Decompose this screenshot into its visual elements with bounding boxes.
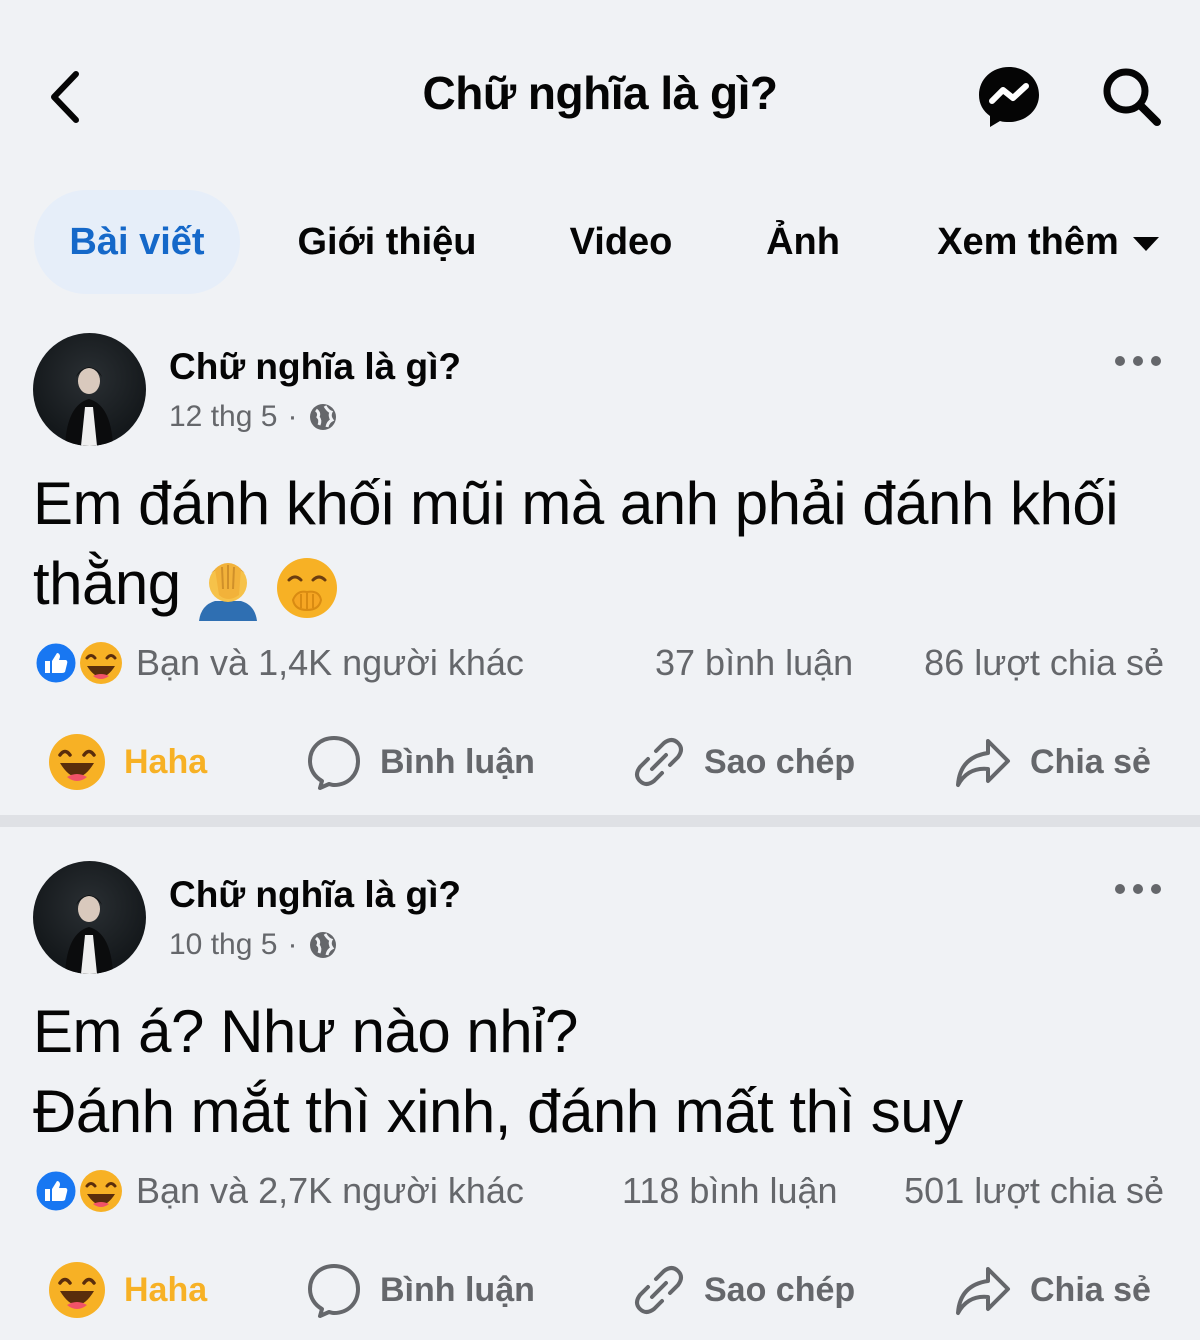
comment-bubble-icon <box>308 1264 360 1318</box>
post-text-word: thằng <box>33 550 181 617</box>
tab-about[interactable]: Giới thiệu <box>280 190 494 294</box>
post-text-line-2: Đánh mắt thì xinh, đánh mất thì suy <box>33 1078 963 1145</box>
haha-button[interactable]: Haha <box>48 1255 207 1325</box>
more-horizontal-icon <box>1115 884 1161 894</box>
post-author[interactable]: Chữ nghĩa là gì? <box>169 874 461 916</box>
post-text: Em á? Như nào nhỉ? Đánh mắt thì xinh, đá… <box>33 992 1173 1152</box>
haha-emoji-icon <box>49 1262 105 1318</box>
tab-label: Xem thêm <box>937 220 1119 263</box>
share-button[interactable]: Chia sẻ <box>954 727 1151 797</box>
post-text: Em đánh khối mũi mà anh phải đánh khối t… <box>33 464 1173 624</box>
post-actions: Haha Bình luận Sao chép Chia sẻ <box>0 1255 1200 1325</box>
facepalm-emoji-icon <box>198 563 257 622</box>
copy-link-button[interactable]: Sao chép <box>632 727 855 797</box>
post-actions: Haha Bình luận Sao chép Chia sẻ <box>0 727 1200 797</box>
messenger-button[interactable] <box>975 63 1043 131</box>
globe-icon <box>310 404 337 430</box>
share-button[interactable]: Chia sẻ <box>954 1255 1151 1325</box>
tab-label: Video <box>569 220 673 263</box>
avatar-image <box>65 367 113 446</box>
comments-count[interactable]: 118 bình luận <box>622 1170 838 1212</box>
post-meta: 10 thg 5 · <box>169 928 339 962</box>
meta-separator: · <box>287 400 298 433</box>
more-options-button[interactable] <box>1110 346 1166 376</box>
share-label: Chia sẻ <box>1030 1270 1151 1309</box>
haha-label: Haha <box>124 742 208 781</box>
link-icon <box>635 1266 683 1314</box>
search-icon <box>1103 68 1161 126</box>
haha-button[interactable]: Haha <box>48 727 207 797</box>
share-arrow-icon <box>956 1267 1010 1315</box>
post-meta: 12 thg 5 · <box>169 400 339 434</box>
avatar[interactable] <box>33 333 146 446</box>
link-icon <box>635 738 683 786</box>
comment-button[interactable]: Bình luận <box>306 1255 535 1325</box>
comment-label: Bình luận <box>380 1270 535 1309</box>
avatar-image <box>65 895 113 974</box>
post-text-line: Em á? Như nào nhỉ? <box>33 998 578 1065</box>
share-arrow-icon <box>956 739 1010 787</box>
post-stats: Bạn và 2,7K người khác 118 bình luận 501… <box>0 1166 1200 1216</box>
top-bar: Chữ nghĩa là gì? <box>0 0 1200 170</box>
tab-posts[interactable]: Bài viết <box>34 190 240 294</box>
reaction-summary[interactable]: Bạn và 2,7K người khác <box>136 1170 524 1212</box>
caret-down-icon <box>1132 237 1159 251</box>
globe-icon <box>310 932 337 958</box>
comment-label: Bình luận <box>380 742 535 781</box>
tab-photos[interactable]: Ảnh <box>748 190 858 294</box>
page-tabs: Bài viết Giới thiệu Video Ảnh Xem thêm <box>0 190 1200 294</box>
post-author[interactable]: Chữ nghĩa là gì? <box>169 346 461 388</box>
avatar[interactable] <box>33 861 146 974</box>
reaction-icons[interactable] <box>33 1168 125 1214</box>
haha-label: Haha <box>124 1270 208 1309</box>
more-horizontal-icon <box>1115 356 1161 366</box>
post-divider <box>0 815 1200 827</box>
shares-count[interactable]: 86 lượt chia sẻ <box>924 642 1164 684</box>
post-date[interactable]: 10 thg 5 <box>169 928 277 962</box>
post-text-line-2: thằng <box>33 544 1173 624</box>
copy-link-button[interactable]: Sao chép <box>632 1255 855 1325</box>
shares-count[interactable]: 501 lượt chia sẻ <box>904 1170 1164 1212</box>
post-date[interactable]: 12 thg 5 <box>169 400 277 434</box>
copy-label: Sao chép <box>704 742 856 781</box>
messenger-icon <box>979 67 1039 127</box>
reaction-icons[interactable] <box>33 640 125 686</box>
haha-emoji-icon <box>49 734 105 790</box>
search-button[interactable] <box>1098 63 1166 131</box>
post-stats: Bạn và 1,4K người khác 37 bình luận 86 l… <box>0 638 1200 688</box>
tab-label: Bài viết <box>69 220 205 263</box>
meta-separator: · <box>287 928 298 961</box>
comment-bubble-icon <box>308 736 360 790</box>
tab-videos[interactable]: Video <box>548 190 694 294</box>
tab-label: Giới thiệu <box>297 220 477 263</box>
more-options-button[interactable] <box>1110 874 1166 904</box>
post-text-line: Em đánh khối mũi mà anh phải đánh khối <box>33 470 1119 537</box>
tab-label: Ảnh <box>766 220 840 263</box>
comments-count[interactable]: 37 bình luận <box>655 642 853 684</box>
share-label: Chia sẻ <box>1030 742 1151 781</box>
copy-label: Sao chép <box>704 1270 856 1309</box>
tab-see-more[interactable]: Xem thêm <box>920 190 1176 294</box>
hand-over-mouth-emoji-icon <box>276 558 337 619</box>
comment-button[interactable]: Bình luận <box>306 727 535 797</box>
reaction-summary[interactable]: Bạn và 1,4K người khác <box>136 642 524 684</box>
